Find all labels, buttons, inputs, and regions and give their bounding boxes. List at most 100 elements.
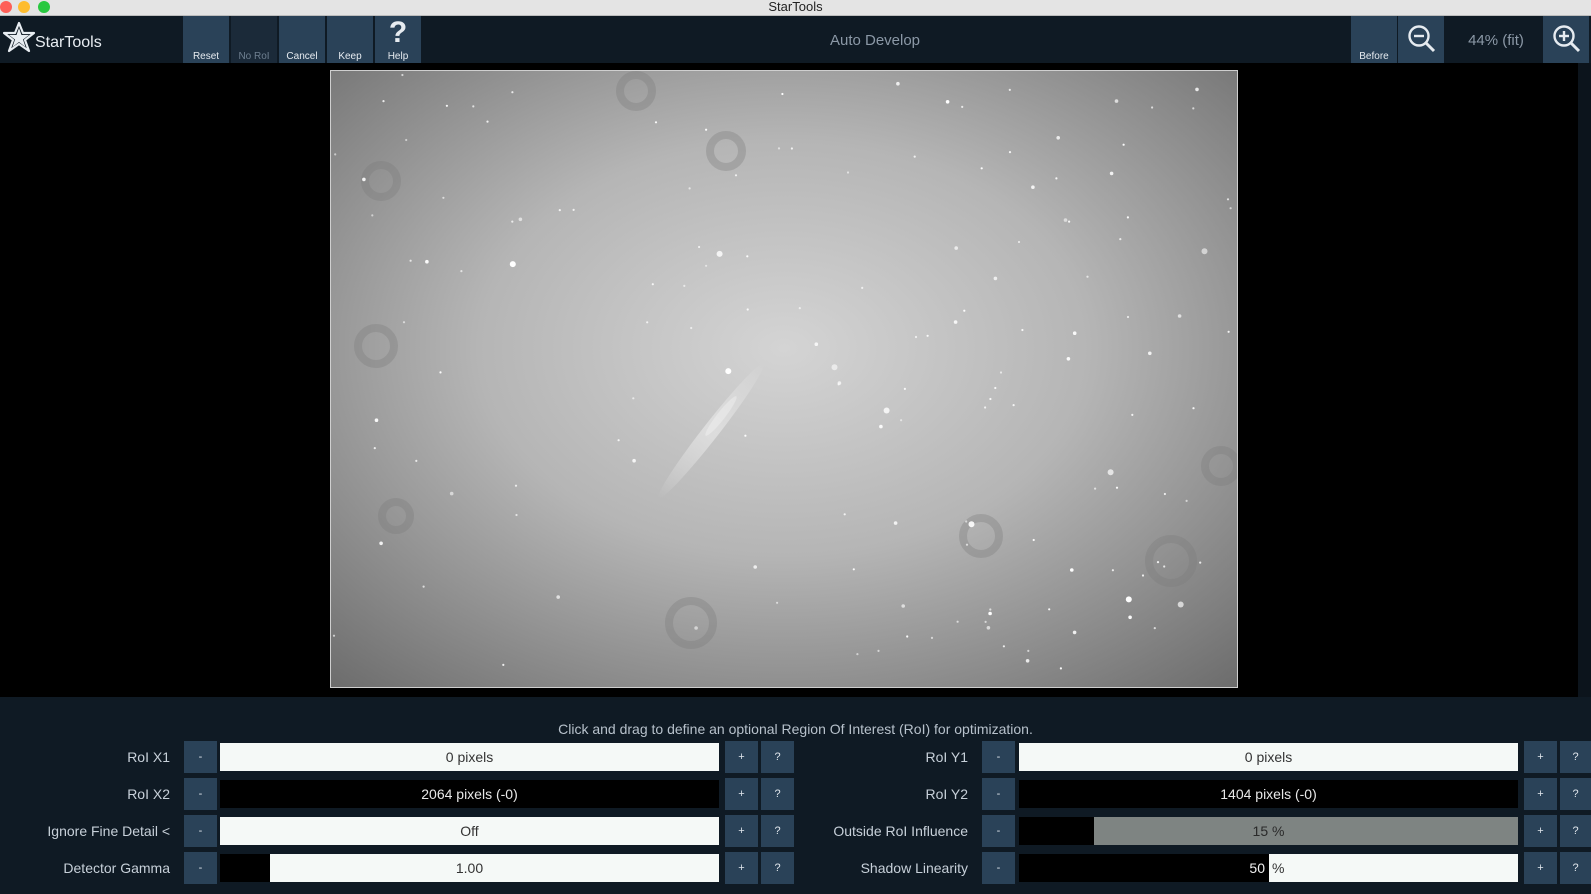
star-point — [694, 626, 698, 630]
cancel-button[interactable]: Cancel — [279, 16, 325, 63]
outside-roi-influence-plus-button[interactable]: + — [1524, 815, 1557, 847]
star-point — [1111, 569, 1114, 572]
star-point — [486, 120, 489, 123]
star-point — [1114, 99, 1119, 103]
detector-gamma-plus-button[interactable]: + — [725, 852, 758, 884]
roi-y1-plus-button[interactable]: + — [1524, 741, 1557, 773]
keep-button[interactable]: Keep — [327, 16, 373, 63]
star-point — [371, 214, 374, 217]
astro-image[interactable] — [330, 70, 1238, 688]
roi-x2-minus-button[interactable]: - — [184, 778, 217, 810]
star-point — [1156, 561, 1160, 564]
reset-button[interactable]: Reset — [183, 16, 229, 63]
outside-roi-influence-help-button[interactable]: ? — [1560, 815, 1591, 847]
roi-y1-slider[interactable]: 0 pixels — [1017, 741, 1520, 773]
detector-gamma-slider[interactable]: 1.00 — [218, 852, 721, 884]
star-point — [961, 105, 964, 108]
zoom-in-button[interactable] — [1543, 16, 1589, 63]
roi-x2-slider[interactable]: 2064 pixels (-0) — [218, 778, 721, 810]
star-point — [1072, 331, 1077, 336]
outside-roi-influence-slider[interactable]: 15 % — [1017, 815, 1520, 847]
star-point — [688, 187, 691, 190]
star-point — [1201, 248, 1208, 255]
shadow-linearity-slider[interactable]: 50 % — [1017, 852, 1520, 884]
no-roi-button[interactable]: No RoI — [231, 16, 277, 63]
roi-x2-help-button[interactable]: ? — [761, 778, 794, 810]
star-point — [734, 174, 738, 177]
star-point — [989, 608, 992, 611]
before-button[interactable]: Before — [1351, 16, 1397, 63]
shadow-linearity-minus-button[interactable]: - — [982, 852, 1015, 884]
ignore-fine-detail-help-button[interactable]: ? — [761, 815, 794, 847]
zoom-out-button[interactable] — [1398, 16, 1444, 63]
roi-y1-help-button[interactable]: ? — [1560, 741, 1591, 773]
app-logo: StarTools — [0, 16, 180, 63]
star-point — [409, 259, 412, 262]
star-point — [965, 520, 968, 523]
star-point — [1070, 568, 1074, 572]
star-point — [1109, 171, 1114, 176]
star-point — [814, 342, 819, 347]
star-point — [1031, 185, 1035, 189]
star-point — [777, 147, 781, 150]
star-point — [705, 264, 708, 267]
outside-roi-influence-minus-button[interactable]: - — [982, 815, 1015, 847]
shadow-linearity-plus-button[interactable]: + — [1524, 852, 1557, 884]
ignore-fine-detail-slider[interactable]: Off — [218, 815, 721, 847]
star-point — [999, 371, 1003, 374]
roi-x1-minus-button[interactable]: - — [184, 741, 217, 773]
roi-y1-minus-button[interactable]: - — [982, 741, 1015, 773]
param-row-detector-gamma: Detector Gamma - 1.00 + ? — [0, 852, 800, 884]
star-point — [994, 386, 997, 390]
star-point — [362, 177, 366, 182]
roi-x1-plus-button[interactable]: + — [725, 741, 758, 773]
roi-y2-slider[interactable]: 1404 pixels (-0) — [1017, 778, 1520, 810]
star-point — [896, 81, 900, 86]
ignore-fine-detail-plus-button[interactable]: + — [725, 815, 758, 847]
roi-x2-plus-button[interactable]: + — [725, 778, 758, 810]
star-point — [914, 335, 918, 339]
star-point — [930, 636, 934, 640]
star-point — [382, 100, 385, 103]
star-point — [445, 104, 448, 107]
detector-gamma-minus-button[interactable]: - — [184, 852, 217, 884]
star-point — [1056, 136, 1060, 140]
cancel-button-label: Cancel — [286, 51, 318, 62]
star-point — [442, 196, 445, 199]
star-point — [984, 406, 987, 409]
roi-y2-help-button[interactable]: ? — [1560, 778, 1591, 810]
roi-x1-label: RoI X1 — [127, 749, 170, 765]
star-point — [1141, 574, 1145, 577]
viewport-scrollbar[interactable] — [1578, 63, 1591, 697]
shadow-linearity-help-button[interactable]: ? — [1560, 852, 1591, 884]
star-point — [379, 541, 383, 546]
ignore-fine-detail-minus-button[interactable]: - — [184, 815, 217, 847]
roi-x1-slider[interactable]: 0 pixels — [218, 741, 721, 773]
help-button[interactable]: ? Help — [375, 16, 421, 63]
star-point — [632, 458, 636, 463]
param-row-outside-roi-influence: Outside RoI Influence - 15 % + ? — [800, 815, 1591, 847]
roi-y2-minus-button[interactable]: - — [982, 778, 1015, 810]
roi-x1-help-button[interactable]: ? — [761, 741, 794, 773]
star-point — [518, 217, 523, 222]
star-point — [790, 147, 793, 150]
before-button-label: Before — [1359, 51, 1389, 62]
detector-gamma-help-button[interactable]: ? — [761, 852, 794, 884]
star-point — [1122, 143, 1125, 146]
star-point — [572, 208, 575, 211]
star-point — [632, 397, 635, 400]
star-point — [1094, 487, 1097, 490]
star-point — [334, 153, 337, 156]
star-point — [1025, 659, 1030, 663]
star-point — [901, 604, 905, 608]
star-point — [1177, 601, 1184, 608]
roi-y2-plus-button[interactable]: + — [1524, 778, 1557, 810]
param-row-roi-x1: RoI X1 - 0 pixels + ? — [0, 741, 800, 773]
window-title: StarTools — [768, 0, 823, 14]
star-point — [1072, 630, 1077, 635]
help-question-icon: ? — [388, 16, 408, 49]
star-point — [963, 309, 966, 312]
star-point — [1032, 538, 1035, 542]
star-point — [511, 220, 514, 223]
star-point — [1226, 198, 1230, 201]
